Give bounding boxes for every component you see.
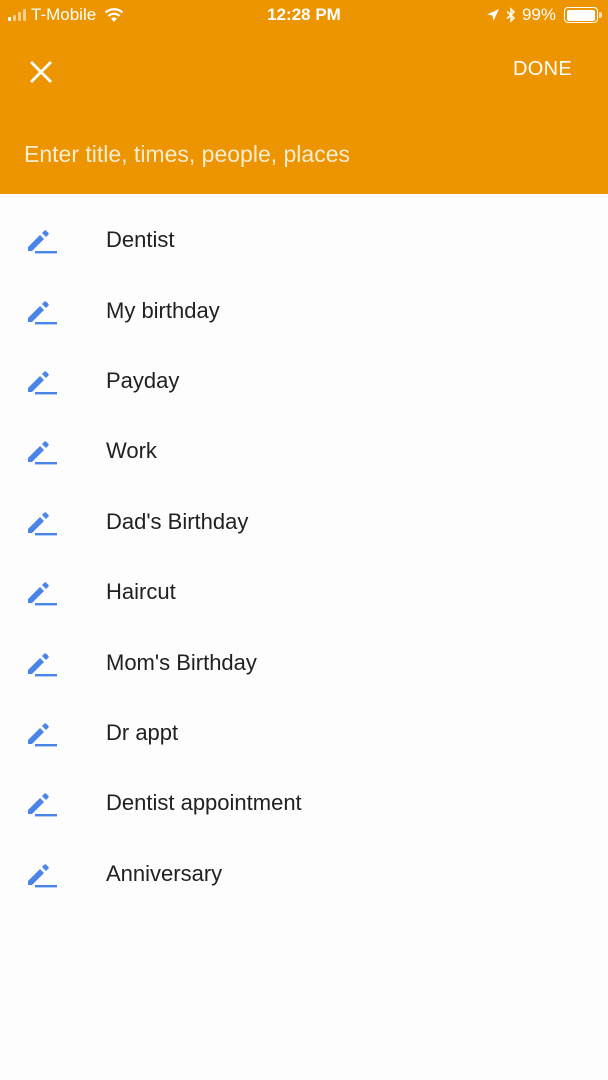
suggestion-label: Dad's Birthday (106, 508, 249, 534)
close-button[interactable] (24, 55, 58, 89)
battery-percent: 99% (521, 5, 556, 24)
event-title-input[interactable] (24, 136, 584, 172)
pencil-icon (28, 230, 57, 254)
app-header: T-Mobile 12:28 PM 99% DONE (0, 0, 608, 194)
suggestion-item[interactable]: Dad's Birthday (0, 487, 608, 557)
suggestion-item[interactable]: Anniversary (0, 839, 608, 909)
status-right: 99% (486, 5, 602, 25)
suggestion-label: Dentist (106, 227, 175, 253)
suggestion-item[interactable]: Work (0, 416, 608, 486)
pencil-icon (28, 300, 57, 324)
suggestion-item[interactable]: Dentist (0, 205, 608, 275)
bluetooth-icon (506, 7, 516, 23)
pencil-icon (28, 863, 57, 888)
pencil-icon (28, 511, 57, 536)
suggestion-item[interactable]: My birthday (0, 275, 608, 345)
suggestion-label: Mom's Birthday (106, 649, 257, 675)
suggestion-list: Dentist My birthday Payday Work Dad's Bi… (0, 205, 608, 909)
suggestion-item[interactable]: Dr appt (0, 698, 608, 768)
suggestion-item[interactable]: Haircut (0, 557, 608, 627)
close-icon (30, 61, 52, 83)
done-button[interactable]: DONE (513, 58, 572, 81)
pencil-icon (28, 371, 57, 395)
pencil-icon (28, 582, 57, 606)
location-arrow-icon (486, 9, 499, 21)
suggestion-label: Dr appt (106, 719, 179, 745)
suggestion-item[interactable]: Mom's Birthday (0, 627, 608, 697)
suggestion-label: Anniversary (106, 860, 223, 886)
suggestion-item[interactable]: Dentist appointment (0, 768, 608, 838)
suggestion-label: My birthday (106, 297, 220, 323)
suggestion-label: Payday (106, 367, 180, 393)
suggestion-item[interactable]: Payday (0, 346, 608, 416)
pencil-icon (28, 723, 57, 747)
suggestion-label: Dentist appointment (106, 790, 302, 816)
status-bar: T-Mobile 12:28 PM 99% (0, 0, 608, 32)
battery-fill (566, 9, 596, 21)
pencil-icon (28, 441, 57, 465)
pencil-icon (28, 793, 57, 817)
battery-icon (564, 7, 602, 23)
suggestion-label: Haircut (106, 579, 176, 605)
pencil-icon (28, 652, 57, 676)
suggestion-label: Work (106, 438, 157, 464)
